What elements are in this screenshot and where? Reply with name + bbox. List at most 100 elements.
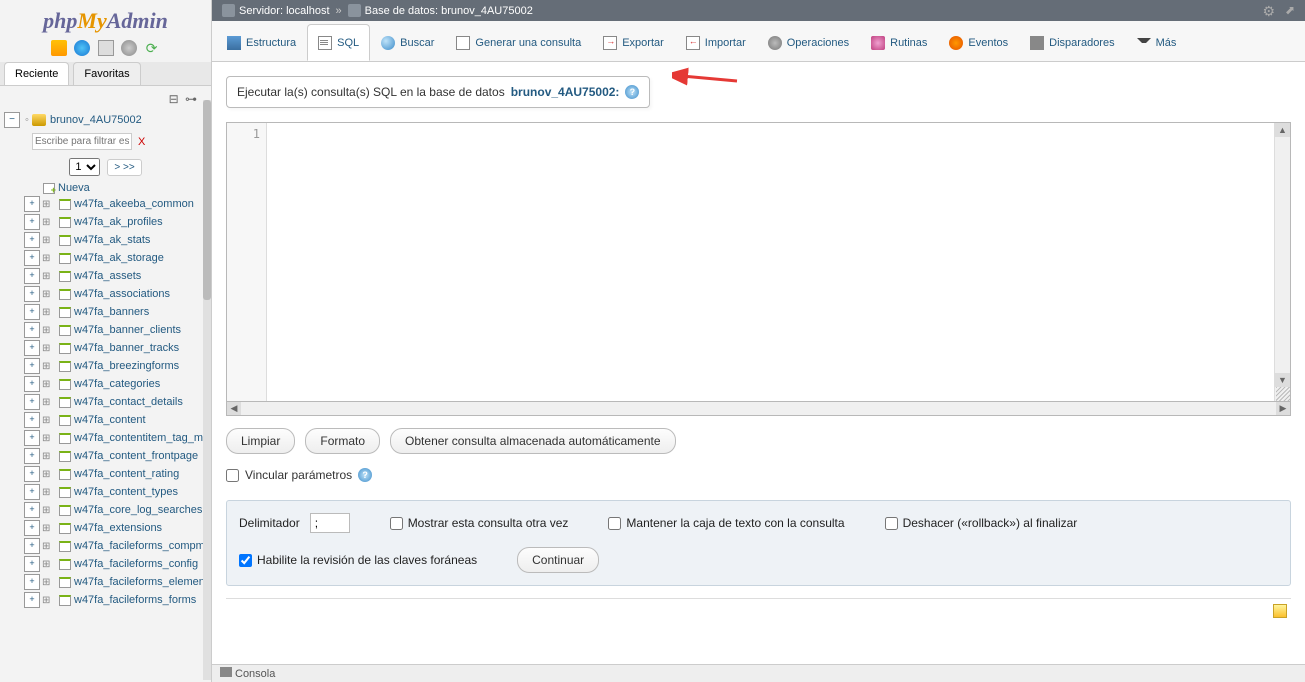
columns-icon[interactable]: ⊞ <box>42 559 54 570</box>
db-link[interactable]: brunov_4AU75002 <box>441 5 533 17</box>
fk-check-option[interactable]: Habilite la revisión de las claves forán… <box>239 553 477 567</box>
editor-hscrollbar[interactable]: ◀ ▶ <box>226 402 1291 416</box>
link-icon[interactable]: ⊶ <box>185 92 197 106</box>
editor-vscrollbar[interactable]: ▲ ▼ <box>1274 123 1290 401</box>
table-name-label[interactable]: w47fa_content_types <box>74 486 178 498</box>
columns-icon[interactable]: ⊞ <box>42 271 54 282</box>
table-row[interactable]: +⊞w47fa_akeeba_common <box>24 195 207 213</box>
tab-triggers[interactable]: Disparadores <box>1019 24 1125 61</box>
tree-expand-icon[interactable]: + <box>24 286 40 302</box>
exit-icon[interactable]: ⬈ <box>1285 3 1295 17</box>
table-row[interactable]: +⊞w47fa_content_frontpage <box>24 447 207 465</box>
table-row[interactable]: +⊞w47fa_content <box>24 411 207 429</box>
rollback-checkbox[interactable] <box>885 517 898 530</box>
columns-icon[interactable]: ⊞ <box>42 253 54 264</box>
table-row[interactable]: +⊞w47fa_contact_details <box>24 393 207 411</box>
rollback-option[interactable]: Deshacer («rollback») al finalizar <box>885 516 1078 530</box>
tab-search[interactable]: Buscar <box>370 24 445 61</box>
scroll-down-icon[interactable]: ▼ <box>1275 373 1290 387</box>
tab-routines[interactable]: Rutinas <box>860 24 938 61</box>
scroll-right-icon[interactable]: ▶ <box>1276 402 1290 415</box>
tab-sql[interactable]: SQL <box>307 24 370 61</box>
columns-icon[interactable]: ⊞ <box>42 595 54 606</box>
tree-expand-icon[interactable]: + <box>24 196 40 212</box>
columns-icon[interactable]: ⊞ <box>42 325 54 336</box>
tree-collapse-icon[interactable]: − <box>4 112 20 128</box>
table-name-label[interactable]: w47fa_banner_clients <box>74 324 181 336</box>
bind-params-checkbox[interactable] <box>226 469 239 482</box>
table-name-label[interactable]: w47fa_ak_stats <box>74 234 150 246</box>
format-button[interactable]: Formato <box>305 428 380 454</box>
continue-button[interactable]: Continuar <box>517 547 599 573</box>
reload-icon[interactable]: ⟳ <box>144 40 160 56</box>
table-name-label[interactable]: w47fa_facileforms_config <box>74 558 198 570</box>
columns-icon[interactable]: ⊞ <box>42 577 54 588</box>
table-name-label[interactable]: w47fa_categories <box>74 378 160 390</box>
table-name-label[interactable]: w47fa_ak_storage <box>74 252 164 264</box>
scroll-left-icon[interactable]: ◀ <box>227 402 241 415</box>
columns-icon[interactable]: ⊞ <box>42 343 54 354</box>
keep-box-option[interactable]: Mantener la caja de texto con la consult… <box>608 516 844 530</box>
table-name-label[interactable]: w47fa_associations <box>74 288 170 300</box>
table-row[interactable]: +⊞w47fa_categories <box>24 375 207 393</box>
table-filter-input[interactable] <box>32 133 132 150</box>
tree-expand-icon[interactable]: + <box>24 376 40 392</box>
columns-icon[interactable]: ⊞ <box>42 469 54 480</box>
table-name-label[interactable]: w47fa_core_log_searches <box>74 504 202 516</box>
tab-import[interactable]: Importar <box>675 24 757 61</box>
settings-icon[interactable] <box>121 40 137 56</box>
bookmark-icon[interactable] <box>1273 604 1287 618</box>
new-table-row[interactable]: Nueva <box>24 181 207 195</box>
columns-icon[interactable]: ⊞ <box>42 361 54 372</box>
tree-expand-icon[interactable]: + <box>24 412 40 428</box>
clear-button[interactable]: Limpiar <box>226 428 295 454</box>
table-row[interactable]: +⊞w47fa_facileforms_config <box>24 555 207 573</box>
table-name-label[interactable]: w47fa_extensions <box>74 522 162 534</box>
editor-resize-handle[interactable] <box>1276 387 1290 401</box>
page-select[interactable]: 1 <box>69 158 100 176</box>
tree-expand-icon[interactable]: + <box>24 502 40 518</box>
table-row[interactable]: +⊞w47fa_facileforms_compm <box>24 537 207 555</box>
db-name-label[interactable]: brunov_4AU75002 <box>50 114 142 126</box>
columns-icon[interactable]: ⊞ <box>42 523 54 534</box>
table-row[interactable]: +⊞ w47fa_associations <box>24 285 207 303</box>
table-row[interactable]: +⊞w47fa_extensions <box>24 519 207 537</box>
editor-textarea[interactable] <box>267 123 1274 401</box>
tree-expand-icon[interactable]: + <box>24 430 40 446</box>
tab-structure[interactable]: Estructura <box>216 24 307 61</box>
table-name-label[interactable]: w47fa_content_frontpage <box>74 450 198 462</box>
columns-icon[interactable]: ⊞ <box>42 451 54 462</box>
table-name-label[interactable]: w47fa_facileforms_forms <box>74 594 196 606</box>
table-row[interactable]: +⊞w47fa_banner_tracks <box>24 339 207 357</box>
table-row[interactable]: +⊞w47fa_assets <box>24 267 207 285</box>
table-row[interactable]: +⊞w47fa_content_types <box>24 483 207 501</box>
tree-expand-icon[interactable]: + <box>24 538 40 554</box>
table-row[interactable]: +⊞w47fa_contentitem_tag_m <box>24 429 207 447</box>
tree-expand-icon[interactable]: + <box>24 394 40 410</box>
table-row[interactable]: +⊞w47fa_facileforms_forms <box>24 591 207 609</box>
table-name-label[interactable]: w47fa_breezingforms <box>74 360 179 372</box>
table-row[interactable]: +⊞w47fa_ak_stats <box>24 231 207 249</box>
tree-expand-icon[interactable]: + <box>24 304 40 320</box>
query-window-icon[interactable] <box>98 40 114 56</box>
table-name-label[interactable]: w47fa_contentitem_tag_m <box>74 432 203 444</box>
columns-icon[interactable]: ⊞ <box>42 307 54 318</box>
show-again-option[interactable]: Mostrar esta consulta otra vez <box>390 516 569 530</box>
columns-icon[interactable]: ⊞ <box>42 289 54 300</box>
tab-operations[interactable]: Operaciones <box>757 24 860 61</box>
tree-expand-icon[interactable]: + <box>24 574 40 590</box>
scroll-up-icon[interactable]: ▲ <box>1275 123 1290 137</box>
table-row[interactable]: +⊞w47fa_ak_profiles <box>24 213 207 231</box>
table-row[interactable]: +⊞w47fa_content_rating <box>24 465 207 483</box>
columns-icon[interactable]: ⊞ <box>42 487 54 498</box>
tab-recent[interactable]: Reciente <box>4 62 69 85</box>
tree-expand-icon[interactable]: + <box>24 322 40 338</box>
collapse-icon[interactable]: ⊟ <box>169 92 179 106</box>
columns-icon[interactable]: ⊞ <box>42 541 54 552</box>
sql-editor[interactable]: 1 ▲ ▼ <box>226 122 1291 402</box>
delimiter-input[interactable] <box>310 513 350 533</box>
table-row[interactable]: +⊞w47fa_banners <box>24 303 207 321</box>
logo[interactable]: phpMyAdmin <box>0 0 211 38</box>
columns-icon[interactable]: ⊞ <box>42 397 54 408</box>
sql-heading-db-link[interactable]: brunov_4AU75002: <box>511 85 620 99</box>
